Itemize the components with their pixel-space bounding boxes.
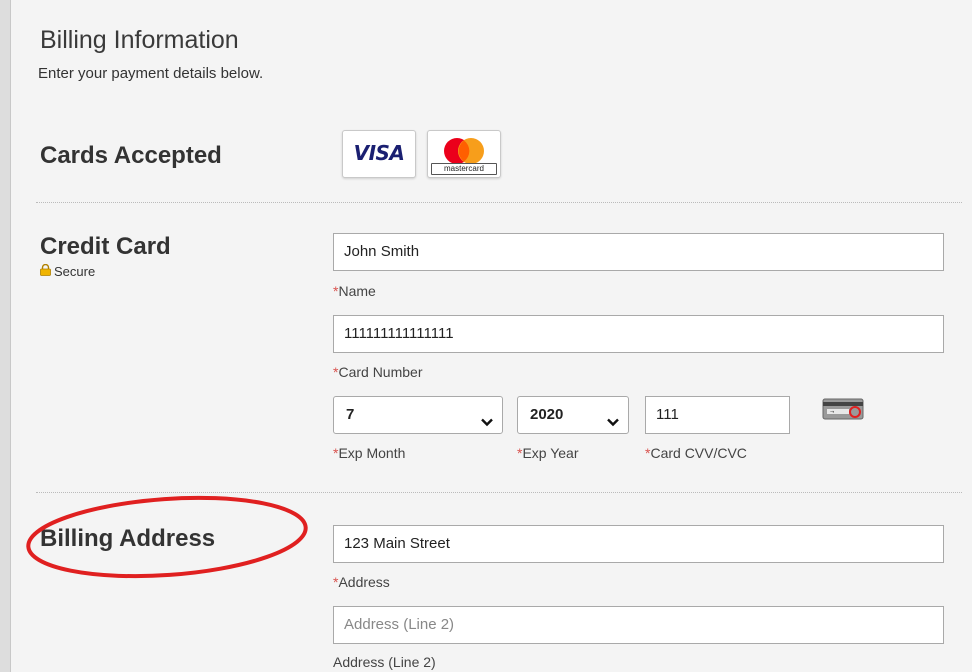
- cvv-label-text: Card CVV/CVC: [650, 445, 747, 461]
- cvv-input[interactable]: 111: [645, 396, 790, 434]
- cvv-label: *Card CVV/CVC: [645, 445, 747, 461]
- address-input[interactable]: 123 Main Street: [333, 525, 944, 563]
- page-subtitle: Enter your payment details below.: [38, 65, 264, 82]
- left-edge-bar: [0, 0, 11, 672]
- secure-indicator: Secure: [40, 263, 96, 279]
- exp-year-select[interactable]: 2020: [517, 396, 629, 434]
- card-number-input[interactable]: 111111111111111: [333, 315, 944, 353]
- lock-icon: [40, 263, 51, 279]
- cards-accepted-title: Cards Accepted: [40, 142, 222, 169]
- chevron-down-icon: [480, 407, 494, 443]
- cvv-help-icon[interactable]: →: [822, 397, 866, 426]
- mastercard-logo-text: mastercard: [431, 163, 497, 175]
- visa-logo: VISA: [342, 130, 416, 178]
- address-label-text: Address: [338, 574, 390, 590]
- exp-month-label: *Exp Month: [333, 445, 405, 461]
- credit-card-title: Credit Card: [40, 233, 171, 260]
- visa-logo-text: VISA: [353, 141, 405, 165]
- exp-year-label-text: Exp Year: [522, 445, 579, 461]
- exp-year-label: *Exp Year: [517, 445, 579, 461]
- page-title: Billing Information: [40, 26, 239, 54]
- chevron-down-icon: [606, 407, 620, 443]
- section-divider: [36, 202, 962, 203]
- secure-label: Secure: [54, 264, 96, 279]
- mastercard-logo: mastercard: [427, 130, 501, 178]
- name-label: *Name: [333, 283, 376, 299]
- card-number-label-text: Card Number: [338, 364, 423, 380]
- svg-text:→: →: [830, 410, 834, 416]
- exp-year-value: 2020: [530, 406, 564, 423]
- name-input[interactable]: John Smith: [333, 233, 944, 271]
- address-line2-input[interactable]: Address (Line 2): [333, 606, 944, 644]
- address-line2-label: Address (Line 2): [333, 654, 436, 670]
- highlight-ellipse-annotation: [26, 495, 308, 579]
- exp-month-label-text: Exp Month: [338, 445, 406, 461]
- exp-month-select[interactable]: 7: [333, 396, 503, 434]
- address-label: *Address: [333, 574, 390, 590]
- name-label-text: Name: [338, 283, 376, 299]
- exp-month-value: 7: [346, 406, 355, 423]
- card-number-label: *Card Number: [333, 364, 422, 380]
